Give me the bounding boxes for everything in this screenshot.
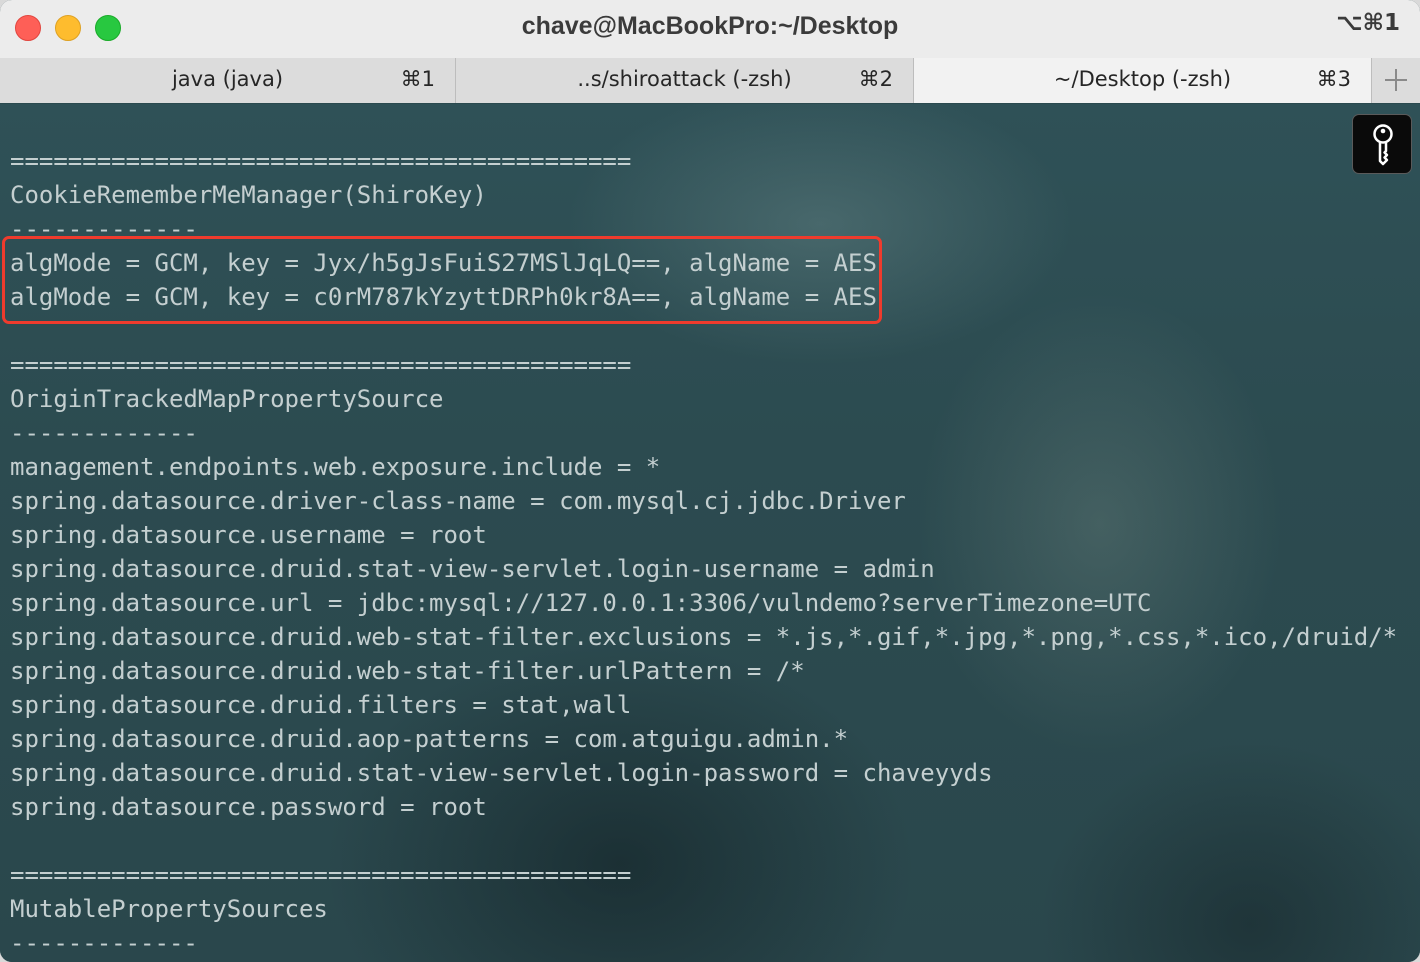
new-tab-button[interactable] bbox=[1372, 58, 1420, 103]
window-title: chave@MacBookPro:~/Desktop bbox=[521, 12, 899, 40]
terminal-line: spring.datasource.url = jdbc:mysql://127… bbox=[10, 589, 1152, 617]
close-window-button[interactable] bbox=[15, 15, 41, 41]
terminal-line: ========================================… bbox=[10, 351, 632, 379]
terminal-line: spring.datasource.druid.web-stat-filter.… bbox=[10, 623, 1398, 651]
tab-shiroattack[interactable]: ..s/shiroattack (-zsh) ⌘2 bbox=[456, 58, 914, 103]
title-bar: chave@MacBookPro:~/Desktop ⌥⌘1 bbox=[0, 0, 1420, 59]
terminal-line: ------------- bbox=[10, 929, 198, 957]
tab-label: ~/Desktop (-zsh) bbox=[1053, 67, 1232, 91]
tab-shortcut: ⌘1 bbox=[400, 67, 435, 91]
highlight-annotation bbox=[2, 236, 882, 324]
zoom-window-button[interactable] bbox=[95, 15, 121, 41]
tab-shortcut: ⌘3 bbox=[1316, 67, 1351, 91]
tab-label: ..s/shiroattack (-zsh) bbox=[577, 67, 792, 91]
tab-bar: java (java) ⌘1 ..s/shiroattack (-zsh) ⌘2… bbox=[0, 58, 1420, 103]
tab-java[interactable]: java (java) ⌘1 bbox=[0, 58, 456, 103]
key-icon bbox=[1373, 124, 1393, 166]
window-shortcut: ⌥⌘1 bbox=[1336, 10, 1400, 36]
terminal-line: ========================================… bbox=[10, 861, 632, 889]
terminal-line: management.endpoints.web.exposure.includ… bbox=[10, 453, 661, 481]
terminal-line: spring.datasource.druid.web-stat-filter.… bbox=[10, 657, 805, 685]
terminal-line: OriginTrackedMapPropertySource bbox=[10, 385, 444, 413]
terminal-line: MutablePropertySources bbox=[10, 895, 328, 923]
terminal-line: spring.datasource.druid.aop-patterns = c… bbox=[10, 725, 849, 753]
tab-desktop[interactable]: ~/Desktop (-zsh) ⌘3 bbox=[914, 58, 1372, 103]
terminal-line: spring.datasource.username = root bbox=[10, 521, 487, 549]
terminal-line: spring.datasource.druid.stat-view-servle… bbox=[10, 759, 993, 787]
terminal-output[interactable]: ========================================… bbox=[0, 104, 1420, 962]
password-manager-button[interactable] bbox=[1352, 114, 1412, 174]
terminal-line: spring.datasource.driver-class-name = co… bbox=[10, 487, 906, 515]
terminal-window: chave@MacBookPro:~/Desktop ⌥⌘1 java (jav… bbox=[0, 0, 1420, 962]
tab-shortcut: ⌘2 bbox=[858, 67, 893, 91]
terminal-line: spring.datasource.druid.stat-view-servle… bbox=[10, 555, 935, 583]
terminal-line: CookieRememberMeManager(ShiroKey) bbox=[10, 181, 487, 209]
terminal-line: ========================================… bbox=[10, 147, 632, 175]
terminal-line: ------------- bbox=[10, 419, 198, 447]
terminal-line: spring.datasource.druid.filters = stat,w… bbox=[10, 691, 632, 719]
minimize-window-button[interactable] bbox=[55, 15, 81, 41]
tab-label: java (java) bbox=[171, 67, 284, 91]
terminal-line: spring.datasource.password = root bbox=[10, 793, 487, 821]
